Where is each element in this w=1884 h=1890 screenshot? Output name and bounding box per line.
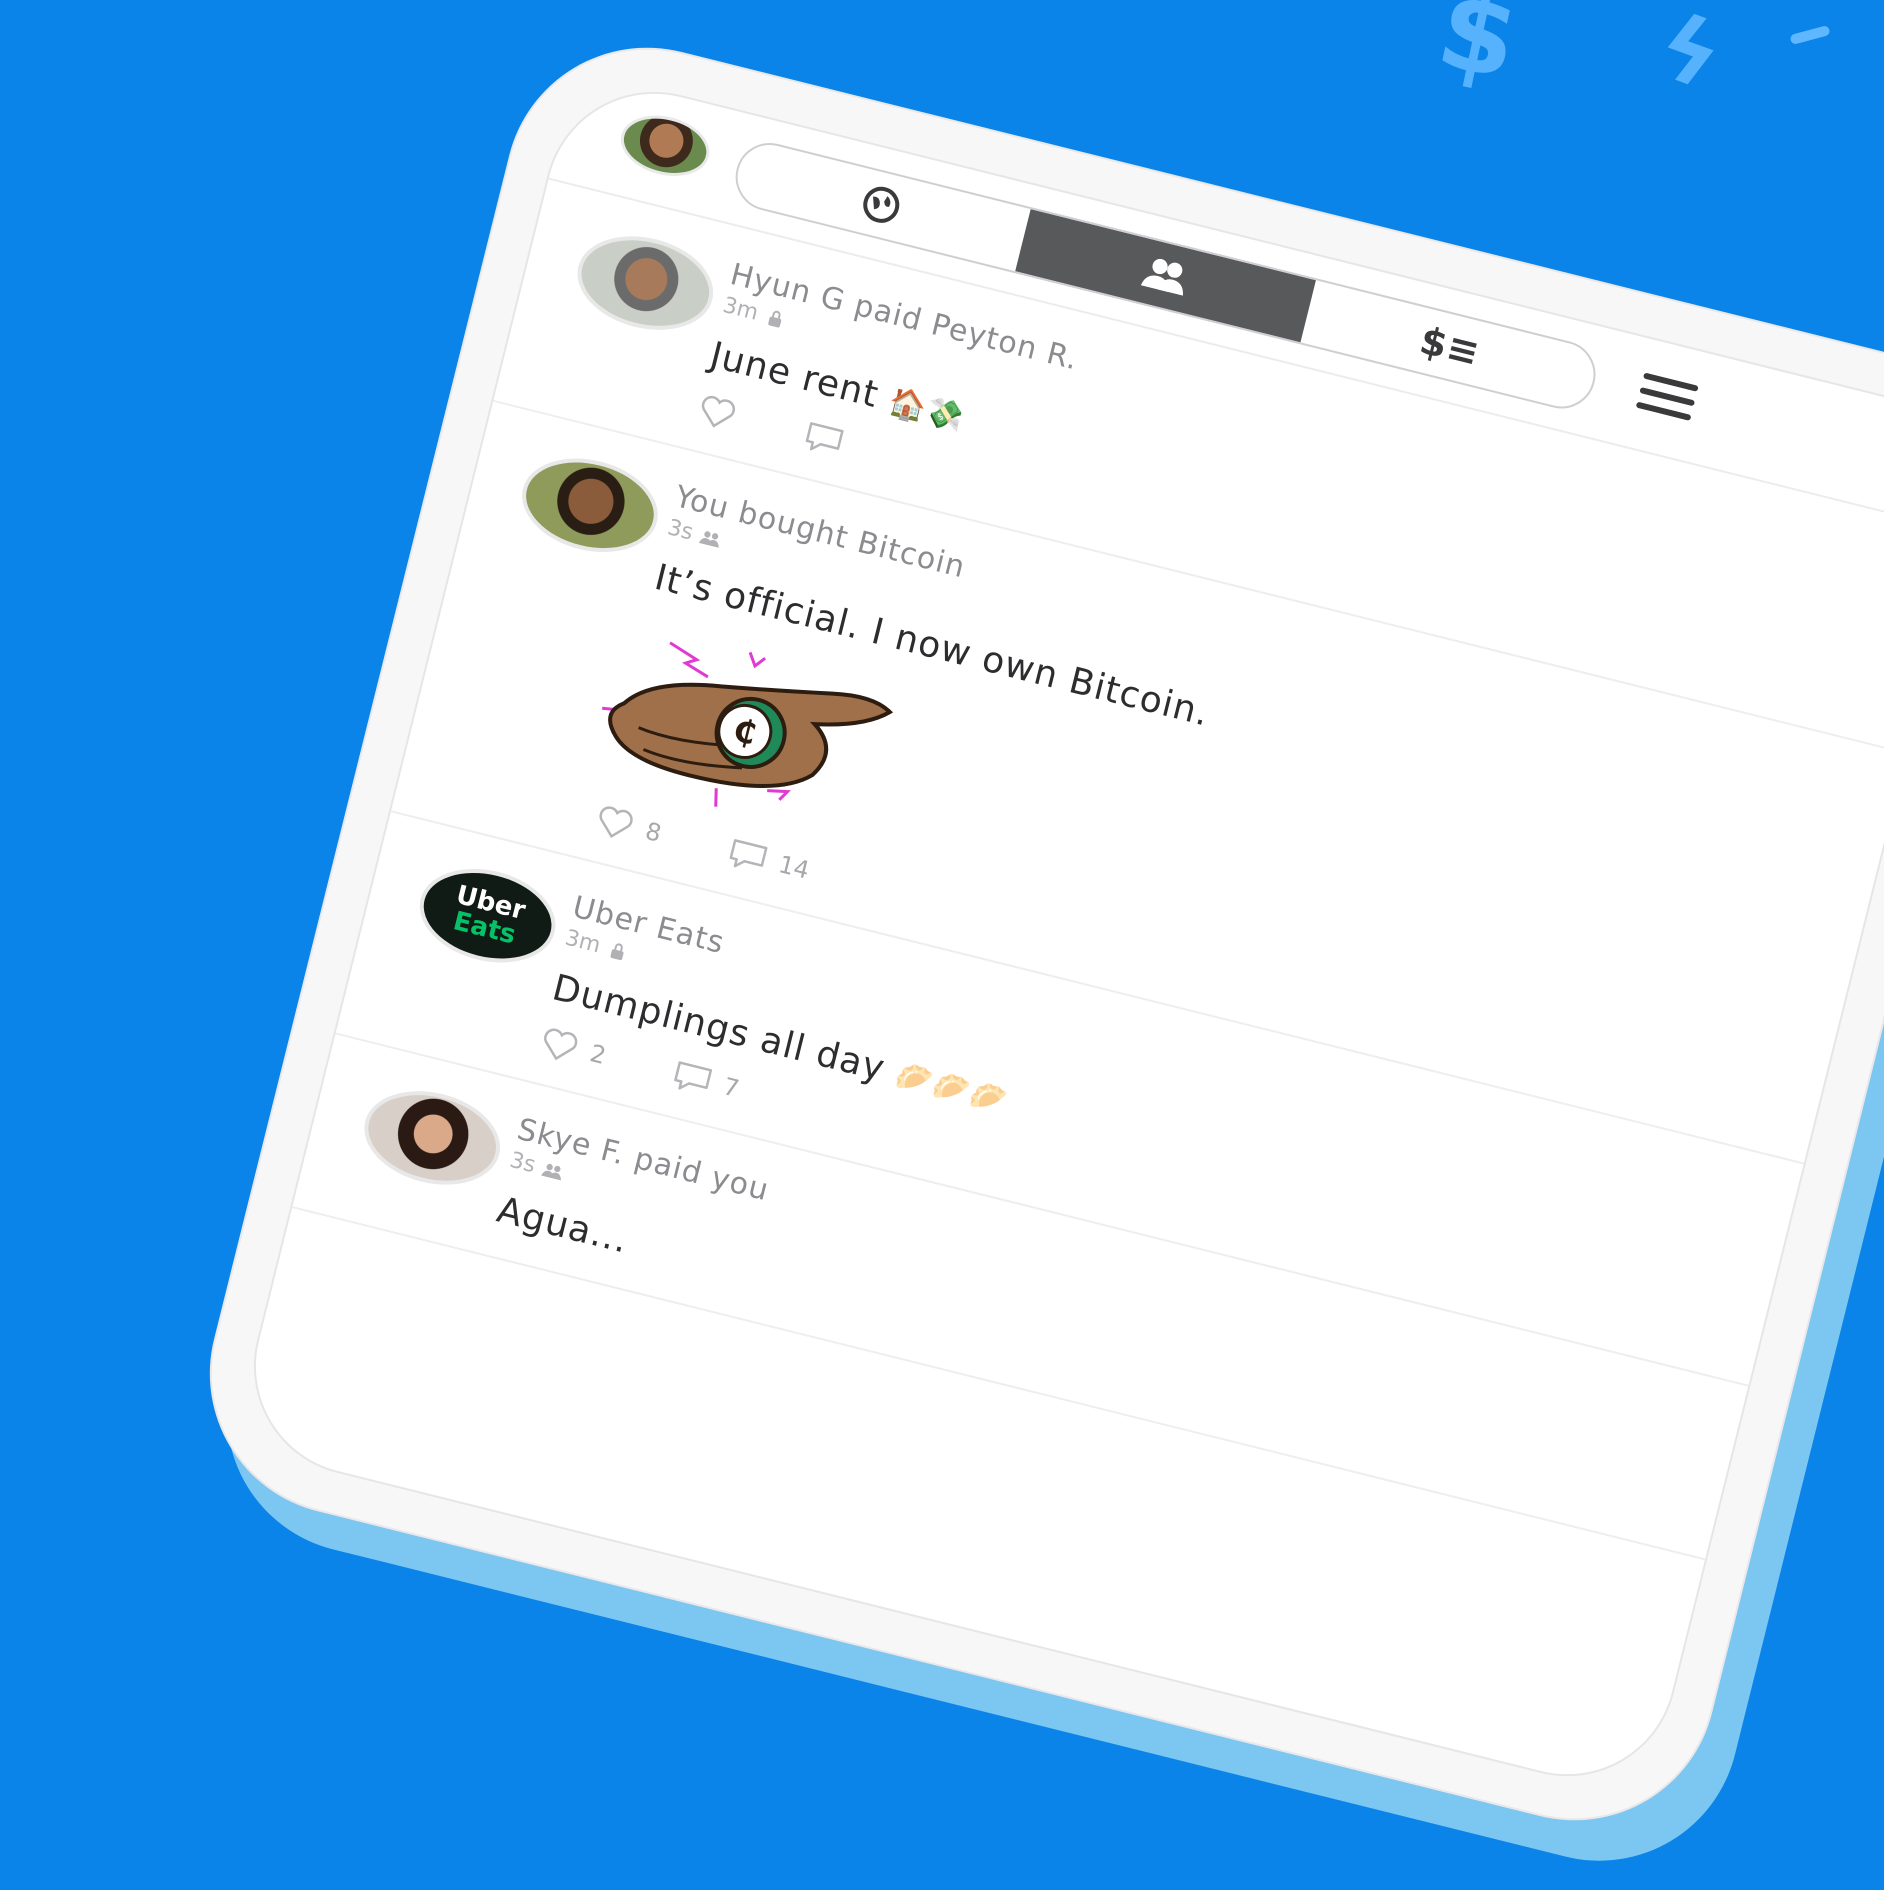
comment-button[interactable]: 14	[725, 836, 813, 887]
lock-icon	[768, 310, 782, 328]
feed-item-time: 3s	[507, 1147, 538, 1179]
comment-icon	[729, 839, 768, 868]
decorative-lightning-bolt: ϟ	[1643, 0, 1736, 112]
heart-icon	[701, 395, 736, 428]
comment-button[interactable]	[801, 419, 848, 460]
comment-icon	[674, 1061, 713, 1090]
globe-icon	[862, 186, 899, 223]
like-count: 2	[587, 1039, 609, 1070]
like-button[interactable]	[694, 392, 741, 433]
feed-item-time: 3s	[664, 515, 696, 546]
heart-icon	[544, 1028, 578, 1061]
note-emoji: 🏠💸	[885, 384, 969, 437]
comment-button[interactable]: 7	[669, 1058, 742, 1105]
avatar[interactable]: Uber Eats	[409, 855, 566, 977]
like-button[interactable]: 8	[592, 802, 665, 849]
comment-icon	[805, 422, 844, 451]
comment-count: 7	[720, 1072, 742, 1104]
heart-icon	[599, 806, 633, 839]
decorative-dollar-sign: $	[1427, 0, 1530, 105]
comment-count: 14	[775, 850, 813, 885]
personal-tab-label: $≡	[1415, 318, 1485, 376]
avatar[interactable]	[567, 222, 724, 344]
friends-icon	[1140, 258, 1183, 296]
hamburger-menu-icon[interactable]	[1634, 372, 1699, 428]
my-profile-avatar[interactable]	[614, 106, 716, 185]
lock-icon	[611, 943, 625, 960]
like-count: 8	[642, 816, 665, 848]
app-screen: $≡ Hyun G paid Peyton R. 3m June rent 🏠💸…	[230, 68, 1884, 1800]
friends-icon	[699, 530, 720, 548]
friends-icon	[541, 1163, 562, 1181]
note-emoji: 🥟🥟🥟	[891, 1057, 1012, 1120]
decorative-dash	[1789, 24, 1831, 46]
avatar[interactable]	[354, 1077, 511, 1199]
avatar[interactable]	[512, 444, 668, 566]
like-button[interactable]: 2	[536, 1025, 609, 1072]
